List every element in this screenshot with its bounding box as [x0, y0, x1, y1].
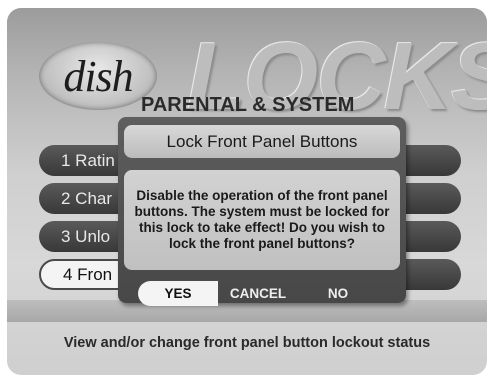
menu-item-label: 2 Char: [61, 188, 113, 208]
lock-confirm-dialog: Lock Front Panel Buttons Disable the ope…: [118, 117, 406, 306]
help-text: View and/or change front panel button lo…: [63, 335, 431, 351]
tv-screen: LOCKS dish PARENTAL & SYSTEM 1 Ratin 2 C…: [7, 8, 487, 375]
yes-button[interactable]: YES: [138, 281, 218, 306]
cancel-button[interactable]: CANCEL: [218, 281, 298, 306]
menu-item-label: 1 Ratin: [61, 150, 115, 170]
dialog-message: Disable the operation of the front panel…: [124, 170, 400, 270]
no-button[interactable]: NO: [298, 281, 378, 306]
page-subtitle: PARENTAL & SYSTEM: [141, 94, 355, 116]
dialog-title: Lock Front Panel Buttons: [124, 125, 400, 158]
dish-logo-text: dish: [63, 51, 133, 101]
dish-logo: dish: [39, 42, 157, 110]
menu-item-label: 4 Fron: [63, 264, 113, 284]
menu-item-label: 3 Unlo: [61, 226, 111, 246]
